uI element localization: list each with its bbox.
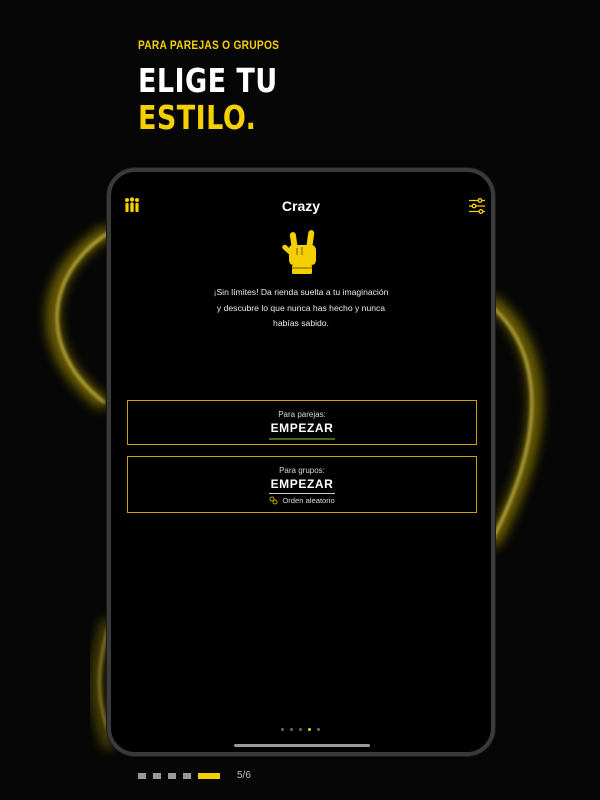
carousel-dot-active[interactable] (308, 728, 311, 731)
promo-title-line2: ESTILO. (138, 98, 257, 137)
carousel-dot[interactable] (317, 728, 320, 731)
carousel-dots (281, 728, 320, 731)
rock-hand-icon (282, 230, 316, 274)
screen-title: Crazy (281, 198, 321, 214)
pager-step-active (198, 772, 220, 779)
screenshot-pager: 5/6 (138, 770, 251, 781)
couples-label: Para parejas: (278, 410, 326, 419)
home-indicator (234, 744, 370, 747)
couples-start-card[interactable]: Para parejas: EMPEZAR (127, 400, 477, 445)
promo-title-line1: ELIGE TU (138, 61, 278, 100)
pager-step (168, 772, 176, 779)
sliders-icon[interactable] (468, 197, 486, 215)
carousel-dot[interactable] (290, 728, 293, 731)
couples-start-button[interactable]: EMPEZAR (268, 421, 336, 440)
promo-eyebrow: PARA PAREJAS O GRUPOS (138, 38, 280, 52)
groups-start-card[interactable]: Para grupos: EMPEZAR Orden aleatorio (127, 456, 477, 513)
promo-header: PARA PAREJAS O GRUPOS ELIGE TU ESTILO. (138, 38, 308, 136)
style-description: ¡Sin límites! Da rienda suelta a tu imag… (213, 287, 389, 328)
carousel-dot[interactable] (299, 728, 302, 731)
pager-step (183, 772, 191, 779)
pager-count: 5/6 (237, 770, 251, 781)
promo-title: ELIGE TU ESTILO. (138, 62, 278, 136)
random-order-toggle[interactable]: Orden aleatorio (128, 496, 476, 505)
app-screen: Crazy ¡Sin límites! Da rienda suelta a t… (111, 172, 491, 752)
random-order-label: Orden aleatorio (282, 496, 335, 505)
groups-label: Para grupos: (279, 466, 325, 475)
shuffle-icon (269, 496, 278, 505)
pager-step (138, 772, 146, 779)
tablet-frame: Crazy ¡Sin límites! Da rienda suelta a t… (107, 168, 495, 756)
pager-step (153, 772, 161, 779)
carousel-dot[interactable] (281, 728, 284, 731)
groups-start-button[interactable]: EMPEZAR (268, 477, 336, 494)
